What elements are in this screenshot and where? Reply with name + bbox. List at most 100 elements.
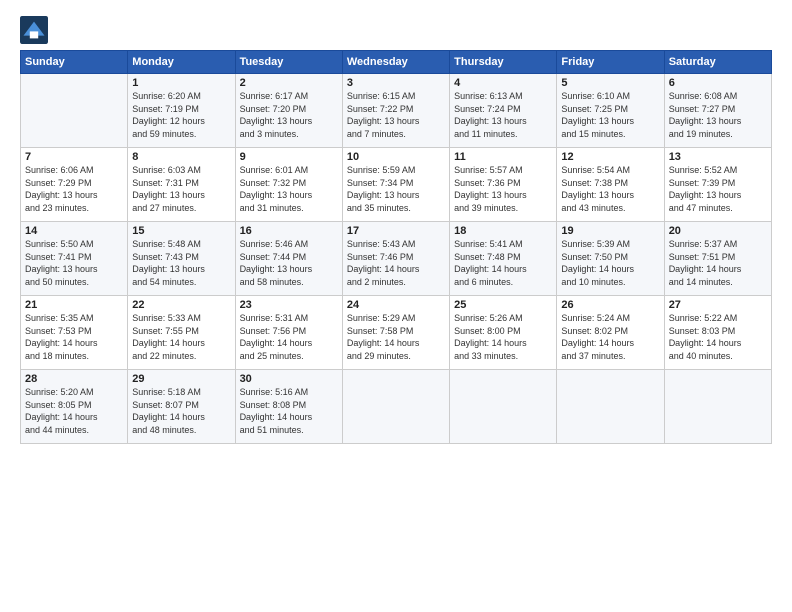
week-row-3: 14Sunrise: 5:50 AM Sunset: 7:41 PM Dayli… — [21, 222, 772, 296]
day-number: 21 — [25, 299, 123, 311]
col-header-thursday: Thursday — [450, 51, 557, 74]
cell-details: Sunrise: 5:33 AM Sunset: 7:55 PM Dayligh… — [132, 312, 230, 362]
cell-5-5 — [450, 370, 557, 444]
cell-details: Sunrise: 5:31 AM Sunset: 7:56 PM Dayligh… — [240, 312, 338, 362]
cell-details: Sunrise: 5:43 AM Sunset: 7:46 PM Dayligh… — [347, 238, 445, 288]
day-number: 13 — [669, 151, 767, 163]
week-row-4: 21Sunrise: 5:35 AM Sunset: 7:53 PM Dayli… — [21, 296, 772, 370]
cell-1-7: 6Sunrise: 6:08 AM Sunset: 7:27 PM Daylig… — [664, 74, 771, 148]
cell-5-6 — [557, 370, 664, 444]
cell-details: Sunrise: 5:37 AM Sunset: 7:51 PM Dayligh… — [669, 238, 767, 288]
week-row-1: 1Sunrise: 6:20 AM Sunset: 7:19 PM Daylig… — [21, 74, 772, 148]
cell-details: Sunrise: 5:46 AM Sunset: 7:44 PM Dayligh… — [240, 238, 338, 288]
day-number: 25 — [454, 299, 552, 311]
cell-3-4: 17Sunrise: 5:43 AM Sunset: 7:46 PM Dayli… — [342, 222, 449, 296]
cell-5-4 — [342, 370, 449, 444]
cell-1-6: 5Sunrise: 6:10 AM Sunset: 7:25 PM Daylig… — [557, 74, 664, 148]
cell-details: Sunrise: 5:52 AM Sunset: 7:39 PM Dayligh… — [669, 164, 767, 214]
cell-3-1: 14Sunrise: 5:50 AM Sunset: 7:41 PM Dayli… — [21, 222, 128, 296]
day-number: 29 — [132, 373, 230, 385]
cell-details: Sunrise: 5:57 AM Sunset: 7:36 PM Dayligh… — [454, 164, 552, 214]
cell-4-3: 23Sunrise: 5:31 AM Sunset: 7:56 PM Dayli… — [235, 296, 342, 370]
cell-3-2: 15Sunrise: 5:48 AM Sunset: 7:43 PM Dayli… — [128, 222, 235, 296]
cell-1-4: 3Sunrise: 6:15 AM Sunset: 7:22 PM Daylig… — [342, 74, 449, 148]
cell-details: Sunrise: 6:08 AM Sunset: 7:27 PM Dayligh… — [669, 90, 767, 140]
cell-5-7 — [664, 370, 771, 444]
cell-details: Sunrise: 6:01 AM Sunset: 7:32 PM Dayligh… — [240, 164, 338, 214]
cell-details: Sunrise: 5:26 AM Sunset: 8:00 PM Dayligh… — [454, 312, 552, 362]
cell-details: Sunrise: 6:06 AM Sunset: 7:29 PM Dayligh… — [25, 164, 123, 214]
day-number: 15 — [132, 225, 230, 237]
header — [20, 16, 772, 44]
day-number: 24 — [347, 299, 445, 311]
day-number: 4 — [454, 77, 552, 89]
cell-3-7: 20Sunrise: 5:37 AM Sunset: 7:51 PM Dayli… — [664, 222, 771, 296]
cell-4-4: 24Sunrise: 5:29 AM Sunset: 7:58 PM Dayli… — [342, 296, 449, 370]
cell-details: Sunrise: 6:20 AM Sunset: 7:19 PM Dayligh… — [132, 90, 230, 140]
day-number: 10 — [347, 151, 445, 163]
cell-3-6: 19Sunrise: 5:39 AM Sunset: 7:50 PM Dayli… — [557, 222, 664, 296]
cell-details: Sunrise: 6:03 AM Sunset: 7:31 PM Dayligh… — [132, 164, 230, 214]
day-number: 7 — [25, 151, 123, 163]
day-number: 3 — [347, 77, 445, 89]
cell-2-5: 11Sunrise: 5:57 AM Sunset: 7:36 PM Dayli… — [450, 148, 557, 222]
calendar-header-row: SundayMondayTuesdayWednesdayThursdayFrid… — [21, 51, 772, 74]
day-number: 5 — [561, 77, 659, 89]
cell-details: Sunrise: 5:29 AM Sunset: 7:58 PM Dayligh… — [347, 312, 445, 362]
cell-5-1: 28Sunrise: 5:20 AM Sunset: 8:05 PM Dayli… — [21, 370, 128, 444]
cell-2-2: 8Sunrise: 6:03 AM Sunset: 7:31 PM Daylig… — [128, 148, 235, 222]
day-number: 26 — [561, 299, 659, 311]
logo-icon — [20, 16, 48, 44]
day-number: 20 — [669, 225, 767, 237]
cell-3-5: 18Sunrise: 5:41 AM Sunset: 7:48 PM Dayli… — [450, 222, 557, 296]
cell-5-3: 30Sunrise: 5:16 AM Sunset: 8:08 PM Dayli… — [235, 370, 342, 444]
cell-details: Sunrise: 5:24 AM Sunset: 8:02 PM Dayligh… — [561, 312, 659, 362]
day-number: 2 — [240, 77, 338, 89]
col-header-tuesday: Tuesday — [235, 51, 342, 74]
cell-details: Sunrise: 5:41 AM Sunset: 7:48 PM Dayligh… — [454, 238, 552, 288]
cell-3-3: 16Sunrise: 5:46 AM Sunset: 7:44 PM Dayli… — [235, 222, 342, 296]
cell-details: Sunrise: 5:20 AM Sunset: 8:05 PM Dayligh… — [25, 386, 123, 436]
day-number: 22 — [132, 299, 230, 311]
day-number: 17 — [347, 225, 445, 237]
cell-4-2: 22Sunrise: 5:33 AM Sunset: 7:55 PM Dayli… — [128, 296, 235, 370]
cell-details: Sunrise: 5:50 AM Sunset: 7:41 PM Dayligh… — [25, 238, 123, 288]
cell-2-1: 7Sunrise: 6:06 AM Sunset: 7:29 PM Daylig… — [21, 148, 128, 222]
cell-2-7: 13Sunrise: 5:52 AM Sunset: 7:39 PM Dayli… — [664, 148, 771, 222]
cell-2-6: 12Sunrise: 5:54 AM Sunset: 7:38 PM Dayli… — [557, 148, 664, 222]
day-number: 8 — [132, 151, 230, 163]
cell-details: Sunrise: 5:22 AM Sunset: 8:03 PM Dayligh… — [669, 312, 767, 362]
col-header-monday: Monday — [128, 51, 235, 74]
day-number: 23 — [240, 299, 338, 311]
cell-details: Sunrise: 6:15 AM Sunset: 7:22 PM Dayligh… — [347, 90, 445, 140]
cell-1-5: 4Sunrise: 6:13 AM Sunset: 7:24 PM Daylig… — [450, 74, 557, 148]
cell-details: Sunrise: 5:16 AM Sunset: 8:08 PM Dayligh… — [240, 386, 338, 436]
cell-2-4: 10Sunrise: 5:59 AM Sunset: 7:34 PM Dayli… — [342, 148, 449, 222]
cell-details: Sunrise: 6:10 AM Sunset: 7:25 PM Dayligh… — [561, 90, 659, 140]
cell-details: Sunrise: 6:17 AM Sunset: 7:20 PM Dayligh… — [240, 90, 338, 140]
col-header-sunday: Sunday — [21, 51, 128, 74]
day-number: 6 — [669, 77, 767, 89]
col-header-saturday: Saturday — [664, 51, 771, 74]
cell-details: Sunrise: 5:54 AM Sunset: 7:38 PM Dayligh… — [561, 164, 659, 214]
cell-4-7: 27Sunrise: 5:22 AM Sunset: 8:03 PM Dayli… — [664, 296, 771, 370]
page: SundayMondayTuesdayWednesdayThursdayFrid… — [0, 0, 792, 612]
cell-1-3: 2Sunrise: 6:17 AM Sunset: 7:20 PM Daylig… — [235, 74, 342, 148]
day-number: 16 — [240, 225, 338, 237]
day-number: 18 — [454, 225, 552, 237]
day-number: 27 — [669, 299, 767, 311]
week-row-2: 7Sunrise: 6:06 AM Sunset: 7:29 PM Daylig… — [21, 148, 772, 222]
cell-2-3: 9Sunrise: 6:01 AM Sunset: 7:32 PM Daylig… — [235, 148, 342, 222]
week-row-5: 28Sunrise: 5:20 AM Sunset: 8:05 PM Dayli… — [21, 370, 772, 444]
cell-4-5: 25Sunrise: 5:26 AM Sunset: 8:00 PM Dayli… — [450, 296, 557, 370]
cell-details: Sunrise: 6:13 AM Sunset: 7:24 PM Dayligh… — [454, 90, 552, 140]
logo — [20, 16, 52, 44]
col-header-friday: Friday — [557, 51, 664, 74]
col-header-wednesday: Wednesday — [342, 51, 449, 74]
day-number: 14 — [25, 225, 123, 237]
day-number: 28 — [25, 373, 123, 385]
cell-5-2: 29Sunrise: 5:18 AM Sunset: 8:07 PM Dayli… — [128, 370, 235, 444]
cell-details: Sunrise: 5:39 AM Sunset: 7:50 PM Dayligh… — [561, 238, 659, 288]
day-number: 30 — [240, 373, 338, 385]
day-number: 19 — [561, 225, 659, 237]
